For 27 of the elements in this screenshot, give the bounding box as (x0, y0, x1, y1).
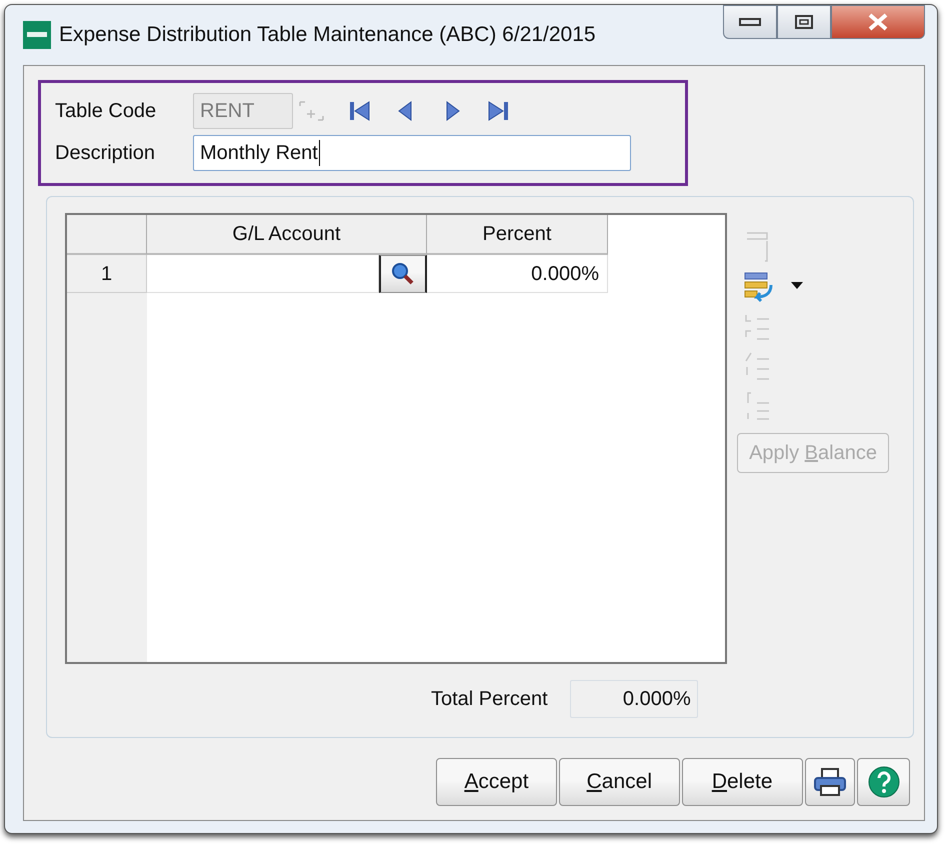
lookup-button[interactable] (379, 255, 427, 293)
help-button[interactable] (857, 758, 910, 806)
print-button[interactable] (804, 758, 856, 806)
help-icon (866, 765, 901, 799)
description-field[interactable]: Monthly Rent (193, 135, 631, 171)
close-button[interactable] (831, 5, 925, 39)
column-header[interactable]: G/L Account (147, 215, 427, 255)
close-icon (867, 13, 889, 31)
printer-icon (812, 767, 847, 797)
field-label: Description (55, 141, 156, 166)
total-percent-field: 0.000% (570, 680, 698, 718)
maximize-icon (794, 14, 814, 30)
maximize-button[interactable] (777, 5, 831, 39)
window-title: Expense Distribution Table Maintenance (ABC) 6/21/2015 (59, 22, 596, 48)
logo-icon (23, 21, 51, 49)
dialog-button[interactable]: Delete (682, 758, 803, 806)
total-label: Total Percent (431, 687, 548, 712)
minimize-icon (739, 17, 761, 27)
dropdown-caret-icon[interactable] (791, 282, 803, 290)
search-icon (391, 262, 415, 286)
row-number: 1 (67, 255, 147, 293)
dialog-button[interactable]: Accept (436, 758, 557, 806)
dialog-button[interactable]: Cancel (558, 758, 680, 806)
percent-cell[interactable]: 0.000% (427, 255, 608, 293)
field-label: Table Code (55, 99, 158, 124)
minimize-button[interactable] (723, 5, 777, 39)
column-header[interactable]: Percent (427, 215, 608, 255)
